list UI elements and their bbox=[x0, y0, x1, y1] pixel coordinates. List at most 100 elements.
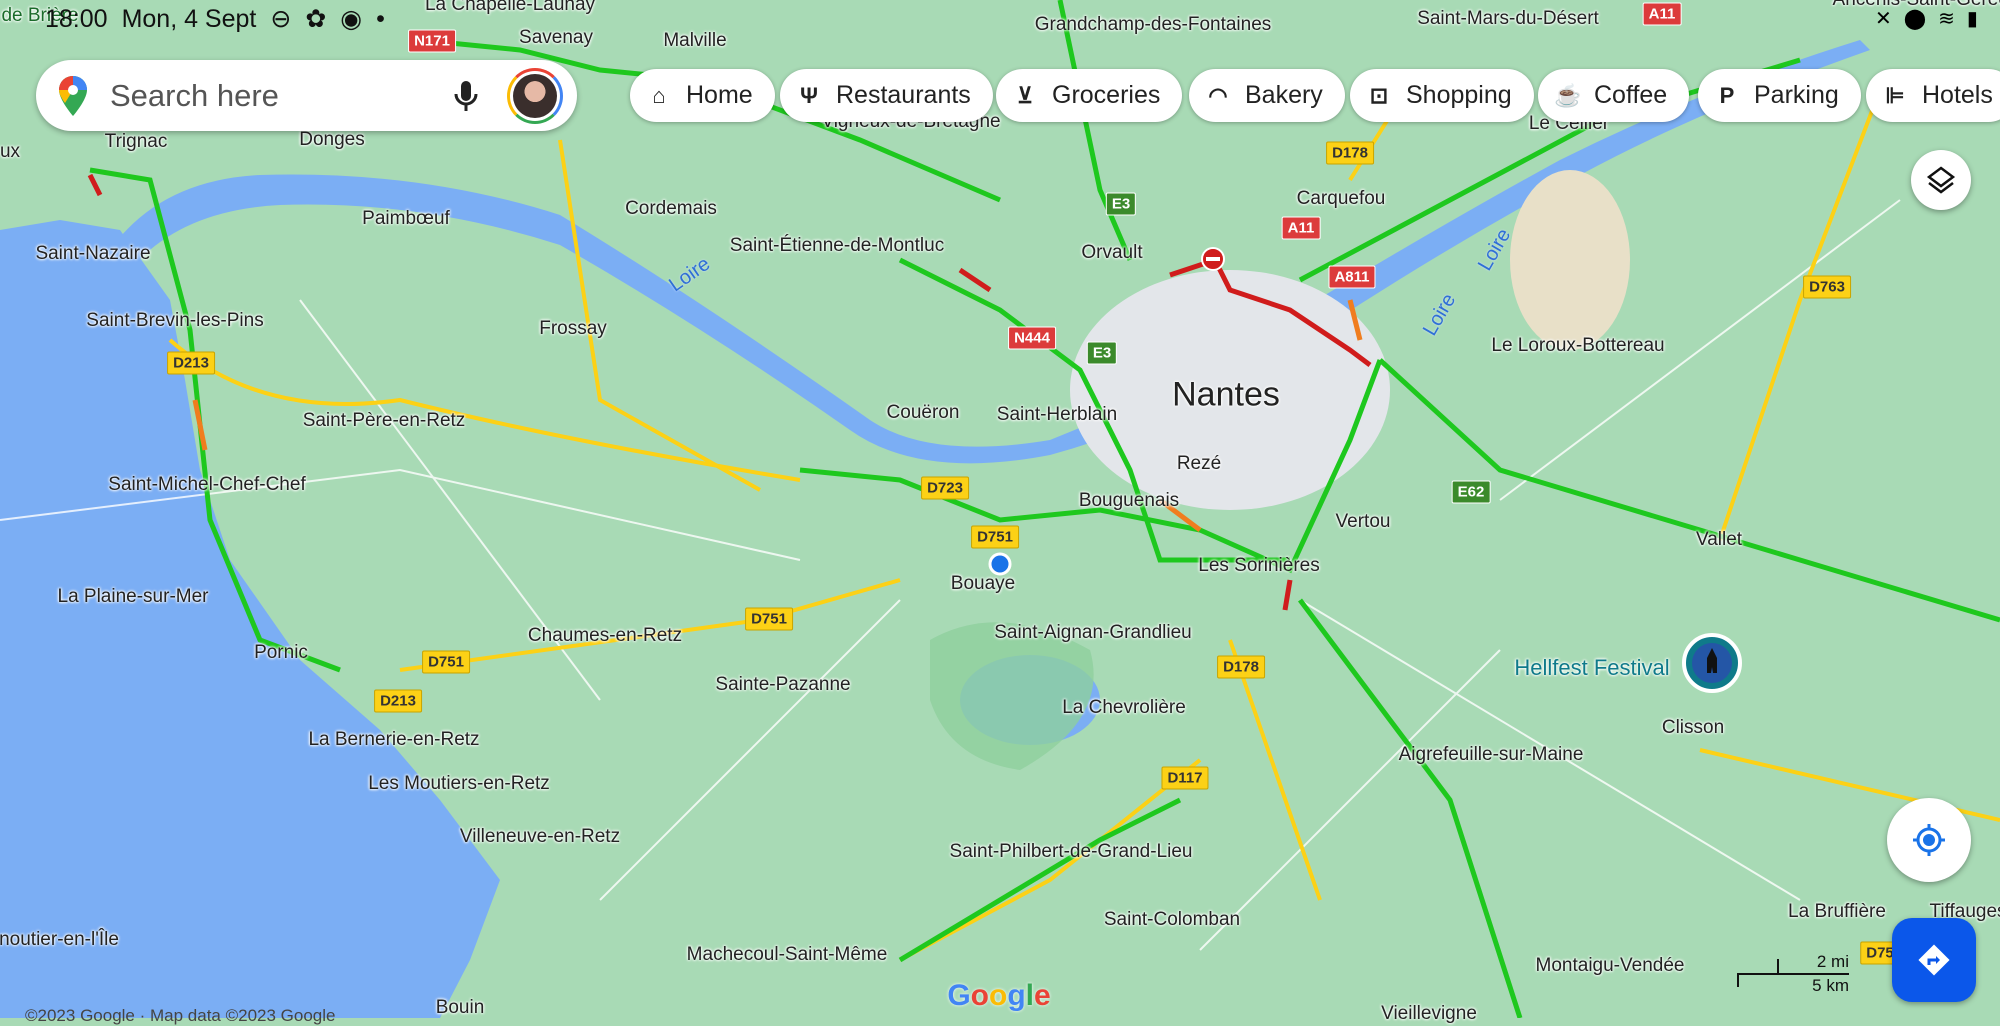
chip-label: Coffee bbox=[1594, 81, 1668, 109]
place-label[interactable]: Le Loroux-Bottereau bbox=[1491, 335, 1664, 357]
bed-icon: ⊫ bbox=[1885, 82, 1905, 108]
place-label[interactable]: La Plaine-sur-Mer bbox=[58, 586, 209, 608]
place-label[interactable]: Bouguenais bbox=[1079, 490, 1179, 512]
chip-shopping[interactable]: ⊡ Shopping bbox=[1350, 69, 1534, 122]
place-label[interactable]: Bouaye bbox=[951, 573, 1015, 595]
avatar[interactable] bbox=[507, 67, 563, 124]
place-label[interactable]: Cordemais bbox=[625, 198, 717, 220]
place-label[interactable]: Vallet bbox=[1696, 529, 1742, 551]
battery-icon: ▮ bbox=[1966, 8, 1978, 30]
city-label-nantes[interactable]: Nantes bbox=[1172, 376, 1280, 415]
chip-label: Groceries bbox=[1052, 81, 1161, 109]
shopping-bag-icon: ⊡ bbox=[1369, 82, 1389, 108]
road-shield: D751 bbox=[422, 650, 470, 674]
road-shield: D213 bbox=[374, 689, 422, 713]
place-label[interactable]: Sainte-Pazanne bbox=[715, 674, 850, 696]
chip-home[interactable]: ⌂ Home bbox=[630, 69, 775, 122]
my-location-button[interactable] bbox=[1887, 798, 1971, 882]
road-shield: A11 bbox=[1281, 216, 1321, 240]
place-label[interactable]: Montaigu-Vendée bbox=[1536, 955, 1685, 977]
status-time: 18:00 bbox=[45, 4, 108, 33]
place-label[interactable]: Paimbœuf bbox=[362, 208, 450, 230]
road-shield: D178 bbox=[1217, 655, 1265, 679]
dnd-icon: ⊖ bbox=[270, 5, 292, 33]
place-label[interactable]: La Bernerie-en-Retz bbox=[308, 729, 479, 751]
place-label[interactable]: Saint-Nazaire bbox=[35, 243, 150, 265]
chip-parking[interactable]: P Parking bbox=[1698, 69, 1861, 122]
place-label[interactable]: Saint-Colomban bbox=[1104, 909, 1240, 931]
place-label[interactable]: Saint-Aignan-Grandlieu bbox=[994, 622, 1192, 644]
place-label[interactable]: Bouin bbox=[436, 997, 485, 1019]
place-label[interactable]: Saint-Philbert-de-Grand-Lieu bbox=[950, 841, 1193, 863]
place-label[interactable]: Villeneuve-en-Retz bbox=[460, 826, 620, 848]
place-label[interactable]: Couëron bbox=[887, 402, 960, 424]
place-label[interactable]: Machecoul-Saint-Même bbox=[687, 944, 888, 966]
map-canvas[interactable] bbox=[0, 0, 2000, 1018]
chip-label: Home bbox=[686, 81, 753, 109]
system-icons: ✕ ⬤ ≋ ▮ bbox=[1875, 6, 1978, 31]
place-label[interactable]: Saint-Père-en-Retz bbox=[303, 410, 466, 432]
place-label[interactable]: Rezé bbox=[1177, 453, 1221, 475]
place-label[interactable]: Chaumes-en-Retz bbox=[528, 625, 682, 647]
road-shield: D751 bbox=[971, 525, 1019, 549]
wifi-icon: ≋ bbox=[1938, 8, 1955, 30]
place-label[interactable]: Frossay bbox=[539, 318, 607, 340]
place-label[interactable]: Aigrefeuille-sur-Maine bbox=[1399, 744, 1584, 766]
place-label[interactable]: Clisson bbox=[1662, 717, 1724, 739]
search-input[interactable]: Search here bbox=[110, 78, 453, 114]
poi-label-hellfest[interactable]: Hellfest Festival bbox=[1514, 655, 1669, 681]
road-shield: D723 bbox=[921, 476, 969, 500]
layers-icon bbox=[1926, 166, 1956, 194]
place-label[interactable]: La Chapelle-Launay bbox=[425, 0, 595, 16]
google-maps-pin-icon bbox=[59, 75, 87, 116]
layers-button[interactable] bbox=[1911, 150, 1971, 210]
cart-icon: ⊻ bbox=[1016, 82, 1034, 108]
place-label[interactable]: Saint-Mars-du-Désert bbox=[1417, 8, 1599, 30]
place-label[interactable]: Malville bbox=[663, 30, 726, 52]
road-shield: E62 bbox=[1451, 480, 1491, 504]
chip-label: Hotels bbox=[1922, 81, 1993, 109]
mute-icon: ✕ bbox=[1875, 8, 1892, 30]
road-shield: D213 bbox=[167, 351, 215, 375]
place-label[interactable]: noutier-en-l'Île bbox=[0, 929, 119, 951]
status-date: Mon, 4 Sept bbox=[121, 4, 257, 33]
bread-icon: ◠ bbox=[1208, 82, 1228, 108]
chip-coffee[interactable]: ☕ Coffee bbox=[1538, 69, 1690, 122]
road-shield: E3 bbox=[1105, 192, 1137, 216]
place-label[interactable]: Savenay bbox=[519, 27, 593, 49]
place-label[interactable]: Vieillevigne bbox=[1381, 1003, 1477, 1025]
place-label[interactable]: Trignac bbox=[105, 131, 168, 153]
location-pin-icon: ⬤ bbox=[1903, 8, 1927, 30]
road-shield: E3 bbox=[1086, 341, 1118, 365]
road-shield: D117 bbox=[1161, 766, 1209, 790]
scale-km: 5 km bbox=[1812, 976, 1849, 995]
scale-bar: 2 mi 5 km bbox=[1737, 952, 1849, 996]
place-label[interactable]: ux bbox=[0, 141, 20, 163]
place-label[interactable]: Carquefou bbox=[1297, 188, 1386, 210]
place-label[interactable]: Les Moutiers-en-Retz bbox=[368, 773, 550, 795]
road-shield: N444 bbox=[1008, 326, 1056, 350]
chip-groceries[interactable]: ⊻ Groceries bbox=[996, 69, 1183, 122]
place-label[interactable]: Saint-Étienne-de-Montluc bbox=[730, 235, 944, 257]
place-label[interactable]: Pornic bbox=[254, 642, 308, 664]
microphone-icon[interactable] bbox=[453, 79, 479, 113]
chip-hotels[interactable]: ⊫ Hotels bbox=[1866, 69, 2000, 122]
search-bar[interactable]: Search here bbox=[36, 60, 577, 131]
place-label[interactable]: Orvault bbox=[1081, 242, 1142, 264]
place-label[interactable]: Vertou bbox=[1336, 511, 1391, 533]
chip-restaurants[interactable]: Ψ Restaurants bbox=[780, 69, 993, 122]
place-label[interactable]: Les Sorinières bbox=[1198, 555, 1319, 577]
road-shield: A811 bbox=[1328, 265, 1376, 289]
place-label[interactable]: Donges bbox=[299, 129, 365, 151]
place-label[interactable]: La Chevrolière bbox=[1062, 697, 1186, 719]
current-location-dot bbox=[988, 552, 1012, 576]
place-label[interactable]: Grandchamp-des-Fontaines bbox=[1035, 14, 1272, 36]
copyright: ©2023 Google · Map data ©2023 Google bbox=[25, 1006, 336, 1025]
place-label[interactable]: Saint-Herblain bbox=[997, 404, 1117, 426]
place-label[interactable]: Saint-Michel-Chef-Chef bbox=[108, 474, 305, 496]
place-label[interactable]: Saint-Brevin-les-Pins bbox=[86, 310, 263, 332]
chip-bakery[interactable]: ◠ Bakery bbox=[1189, 69, 1345, 122]
place-label[interactable]: La Bruffière bbox=[1788, 901, 1886, 923]
directions-button[interactable] bbox=[1892, 918, 1976, 1002]
chip-label: Shopping bbox=[1406, 81, 1512, 109]
